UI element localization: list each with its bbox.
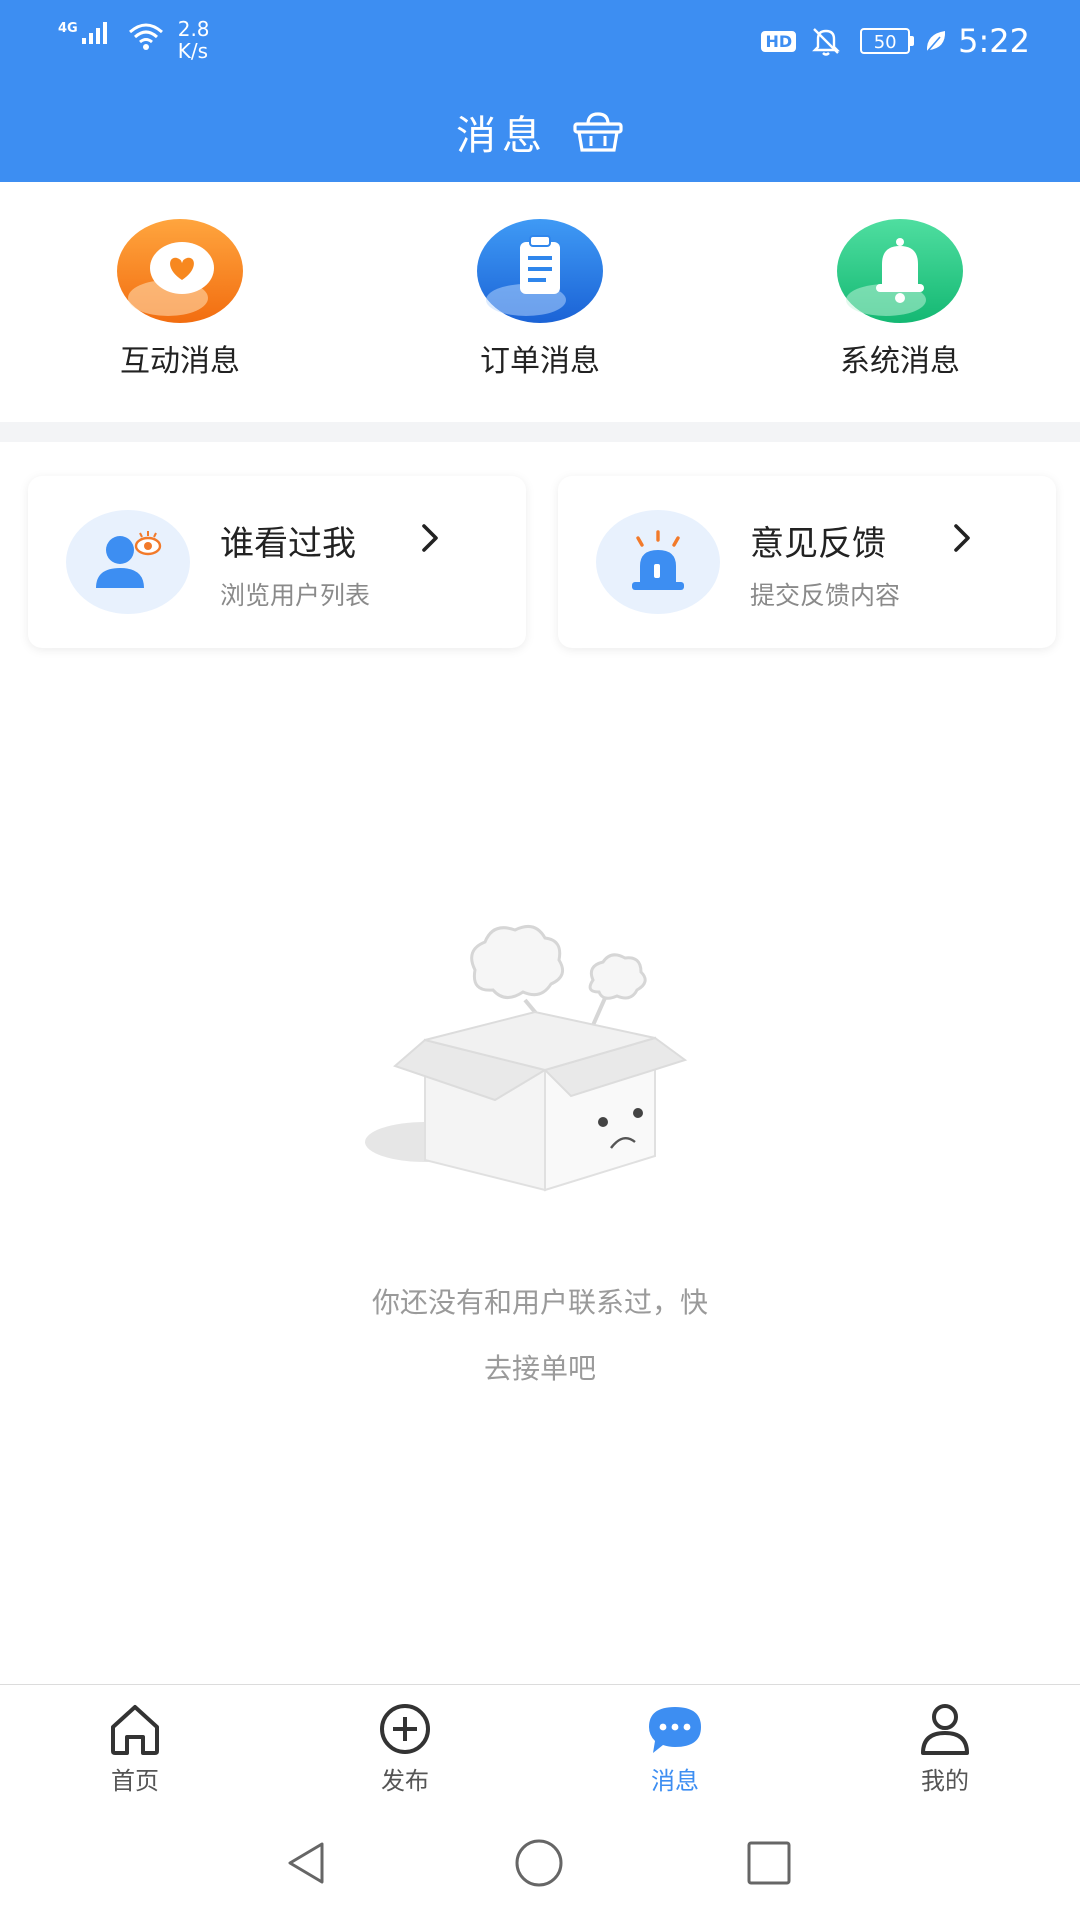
home-circle-icon[interactable]	[514, 1838, 564, 1888]
chat-bubble-icon	[649, 1707, 701, 1753]
bell-mute-icon	[812, 28, 841, 56]
recent-apps-icon[interactable]	[744, 1838, 794, 1888]
nav-home[interactable]: 首页	[0, 1685, 270, 1815]
empty-message-line-1: 你还没有和用户联系过，快	[371, 1286, 708, 1319]
status-bar-right: HD 50 5:22	[761, 22, 1030, 60]
category-label: 订单消息	[480, 344, 600, 379]
card-title: 意见反馈	[750, 524, 886, 564]
heart-chat-icon	[117, 219, 243, 323]
nav-label: 消息	[651, 1767, 699, 1795]
network-speed: 2.8 K/s	[178, 18, 210, 62]
nav-label: 首页	[111, 1767, 159, 1795]
speed-value: 2.8	[177, 17, 210, 41]
signal-icon	[81, 22, 107, 44]
nav-messages[interactable]: 消息	[540, 1685, 810, 1815]
category-system[interactable]: 系统消息	[720, 182, 1080, 422]
nav-label: 我的	[921, 1767, 969, 1795]
leaf-icon	[926, 31, 946, 53]
message-categories: 互动消息 订单消息 系统消息	[0, 182, 1080, 422]
chevron-right-icon	[422, 524, 438, 552]
top-header: 4G 2.8 K/s HD 50 5:22 消息	[0, 0, 1080, 182]
category-interaction[interactable]: 互动消息	[0, 182, 360, 422]
battery-tip	[910, 36, 915, 46]
empty-state-message: 你还没有和用户联系过，快 去接单吧	[290, 1270, 790, 1402]
category-order[interactable]: 订单消息	[360, 182, 720, 422]
bell-icon	[837, 219, 963, 323]
empty-message-line-2: 去接单吧	[483, 1352, 596, 1385]
system-navigation-bar	[0, 1814, 1080, 1920]
network-indicator: 4G	[58, 18, 116, 46]
title-row: 消息	[0, 103, 1080, 161]
basket-icon[interactable]	[572, 110, 624, 154]
hd-badge: HD	[761, 30, 797, 52]
bottom-navigation: 首页 发布 消息 我的	[0, 1684, 1080, 1815]
nav-publish[interactable]: 发布	[270, 1685, 540, 1815]
battery-level: 50	[860, 28, 911, 54]
alarm-light-icon	[632, 530, 684, 590]
plus-circle-icon	[380, 1704, 430, 1754]
user-icon	[921, 1704, 969, 1755]
network-type: 4G	[58, 21, 78, 36]
card-icon-bg	[596, 510, 720, 614]
battery-indicator: 50	[860, 28, 915, 54]
category-label: 互动消息	[120, 344, 240, 379]
card-icon-bg	[66, 510, 190, 614]
chevron-right-icon	[954, 524, 970, 552]
card-subtitle: 提交反馈内容	[750, 581, 901, 610]
speed-unit: K/s	[177, 39, 208, 63]
card-who-viewed-me[interactable]: 谁看过我 浏览用户列表	[28, 476, 526, 648]
home-icon	[111, 1705, 159, 1755]
card-feedback[interactable]: 意见反馈 提交反馈内容	[558, 476, 1056, 648]
nav-label: 发布	[381, 1767, 429, 1795]
category-label: 系统消息	[840, 344, 960, 379]
nav-profile[interactable]: 我的	[810, 1685, 1080, 1815]
back-icon[interactable]	[282, 1838, 332, 1888]
user-eye-icon	[96, 531, 162, 588]
card-title: 谁看过我	[220, 524, 356, 564]
status-bar-left: 4G 2.8 K/s	[58, 18, 210, 62]
clock: 5:22	[958, 22, 1030, 60]
page-title: 消息	[456, 113, 548, 159]
clipboard-icon	[477, 219, 603, 323]
wifi-icon	[128, 23, 163, 50]
section-divider	[0, 422, 1080, 442]
empty-box-icon	[365, 924, 688, 1192]
card-subtitle: 浏览用户列表	[220, 581, 371, 610]
